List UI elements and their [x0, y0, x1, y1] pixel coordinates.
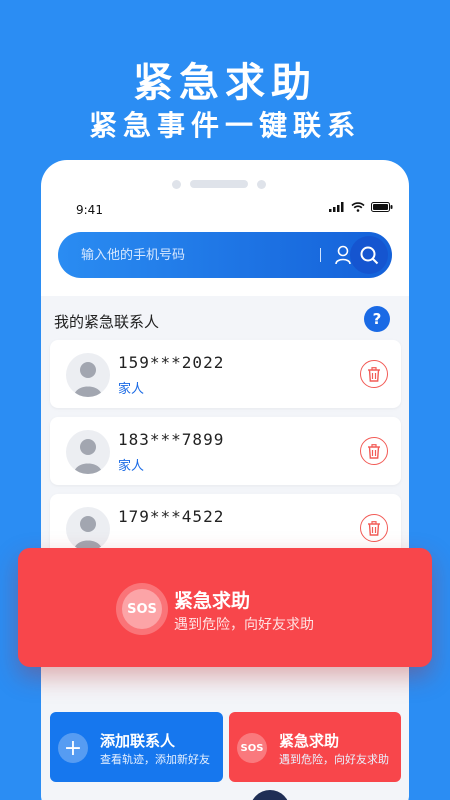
status-icons — [329, 202, 393, 212]
sos-banner-title: 紧急求助 — [174, 590, 251, 612]
contact-phone: 159***2022 — [118, 353, 225, 372]
section-title: 我的紧急联系人 — [54, 313, 160, 331]
notch-dot-left — [172, 180, 181, 189]
avatar — [66, 507, 110, 551]
sos-badge: SOS — [116, 583, 168, 635]
add-contact-button[interactable]: + 添加联系人 查看轨迹，添加新好友 — [50, 712, 223, 782]
sos-badge-label: SOS — [122, 589, 162, 629]
signal-icon — [329, 202, 344, 212]
avatar — [66, 430, 110, 474]
help-button[interactable]: ? — [364, 306, 390, 332]
sos-banner[interactable]: SOS 紧急求助 遇到危险，向好友求助 — [18, 548, 432, 667]
search-icon — [360, 246, 379, 265]
add-contact-subtitle: 查看轨迹，添加新好友 — [100, 753, 210, 766]
status-time: 9:41 — [76, 203, 103, 217]
notch-dot-right — [257, 180, 266, 189]
contact-card[interactable]: 159***2022 家人 — [50, 340, 401, 408]
sos-small-badge: SOS — [237, 733, 267, 763]
hero-title: 紧急求助 — [133, 60, 317, 106]
contact-phone: 179***4522 — [118, 507, 225, 526]
contact-phone: 183***7899 — [118, 430, 225, 449]
delete-button[interactable] — [360, 437, 388, 465]
person-icon — [74, 439, 102, 474]
wifi-icon — [351, 202, 365, 212]
notch-bar — [190, 180, 248, 188]
search-divider — [320, 248, 321, 262]
sos-action-button[interactable]: SOS 紧急求助 遇到危险，向好友求助 — [229, 712, 401, 782]
avatar — [66, 353, 110, 397]
person-icon — [74, 516, 102, 551]
trash-icon — [368, 366, 380, 382]
contact-card[interactable]: 183***7899 家人 — [50, 417, 401, 485]
contact-relation: 家人 — [118, 459, 145, 474]
person-icon — [74, 362, 102, 397]
sos-action-subtitle: 遇到危险，向好友求助 — [279, 753, 389, 766]
battery-icon — [371, 202, 393, 212]
phone-mockup: 9:41 输入他的手机号码 我的紧急联系人 ? 159***2022 家人 18… — [41, 160, 409, 800]
contact-relation: 家人 — [118, 382, 145, 397]
trash-icon — [368, 520, 380, 536]
sos-banner-subtitle: 遇到危险，向好友求助 — [174, 617, 314, 633]
plus-icon: + — [58, 733, 88, 763]
search-bar — [58, 232, 392, 278]
delete-button[interactable] — [360, 514, 388, 542]
sos-action-title: 紧急求助 — [279, 732, 340, 750]
add-contact-title: 添加联系人 — [100, 732, 176, 750]
delete-button[interactable] — [360, 360, 388, 388]
search-input[interactable] — [81, 246, 291, 264]
hero-subtitle: 紧急事件一键联系 — [88, 109, 361, 142]
search-button[interactable] — [350, 236, 388, 274]
trash-icon — [368, 443, 380, 459]
